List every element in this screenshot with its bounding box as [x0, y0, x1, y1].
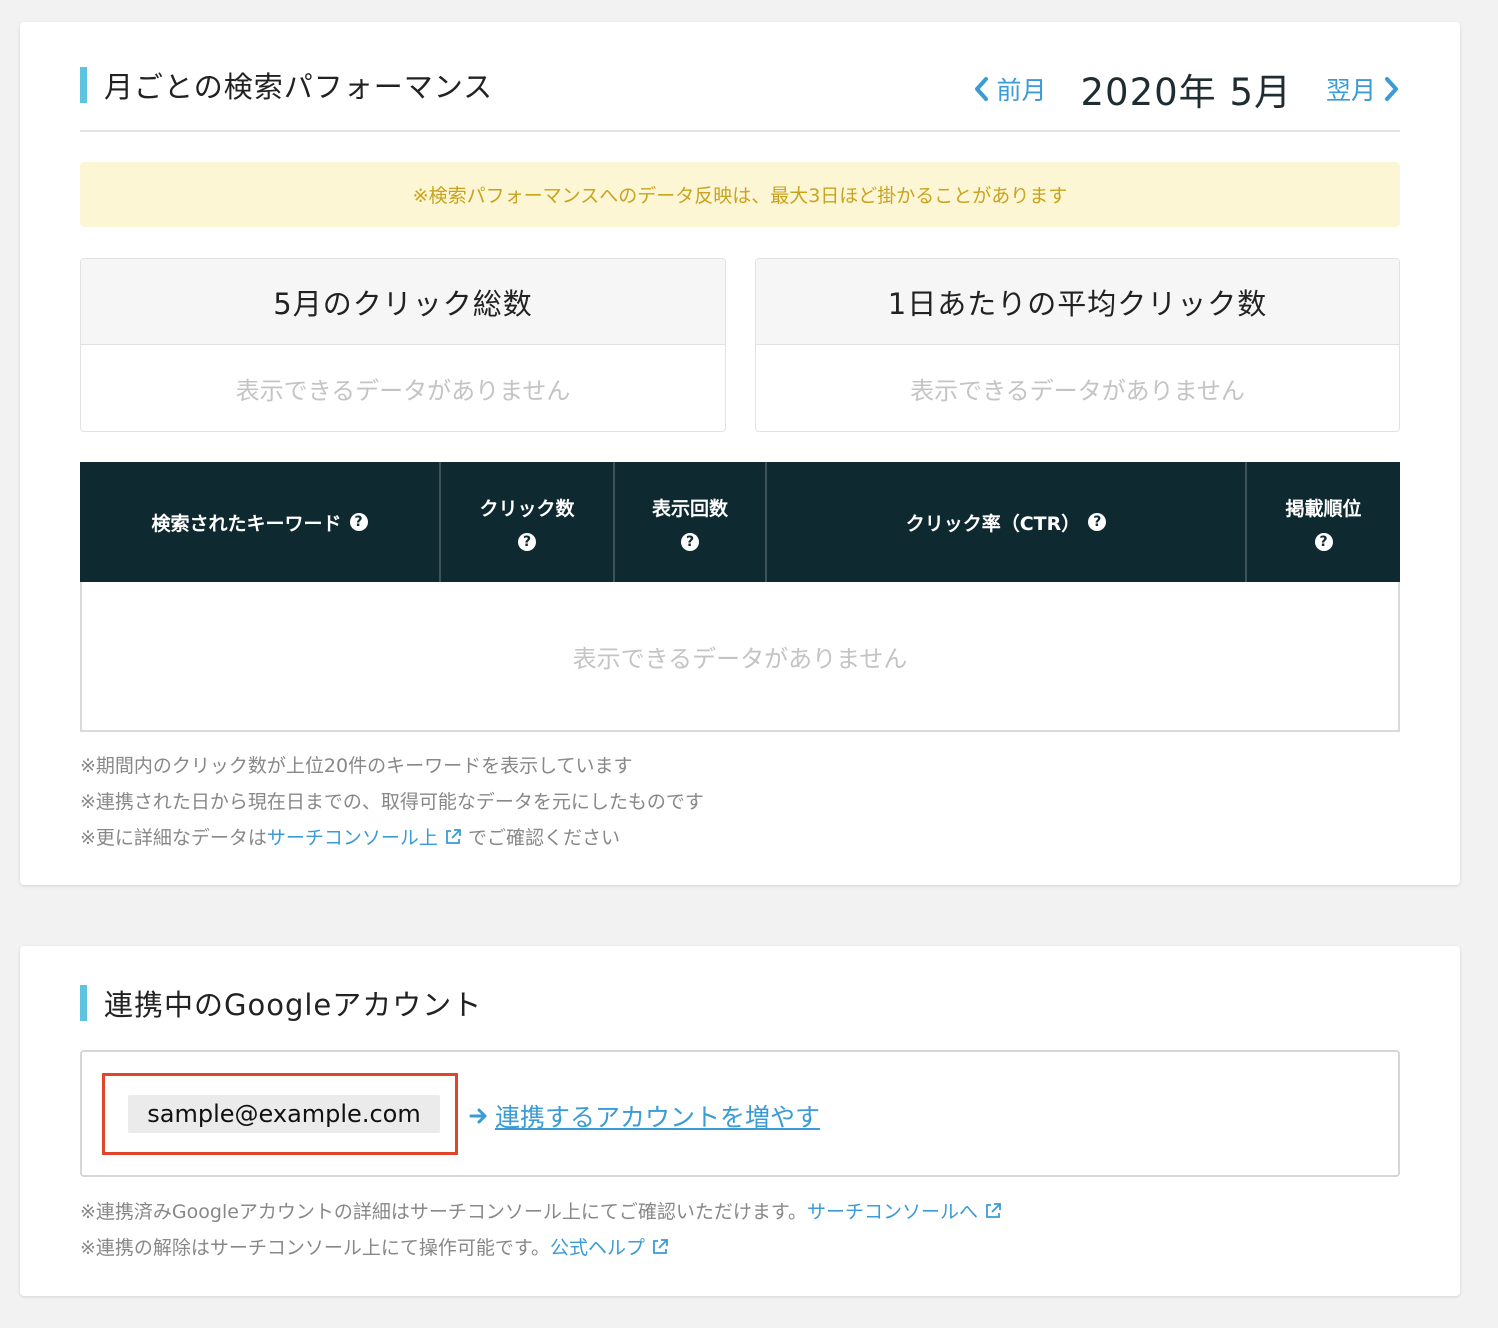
external-link-icon — [446, 829, 461, 844]
col-keyword: 検索されたキーワード ? — [80, 462, 441, 582]
chevron-left-icon — [974, 77, 988, 101]
month-navigation: 前月 2020年 5月 翌月 — [973, 62, 1401, 116]
account-list-box: sample@example.com 連携するアカウントを増やす — [80, 1050, 1400, 1177]
avg-clicks-empty: 表示できるデータがありません — [910, 376, 1245, 405]
email-highlight-frame: sample@example.com — [102, 1073, 458, 1155]
total-clicks-title: 5月のクリック総数 — [81, 259, 725, 345]
external-link-icon — [653, 1239, 668, 1254]
add-account-link[interactable]: 連携するアカウントを増やす — [469, 1098, 820, 1134]
avg-clicks-box: 1日あたりの平均クリック数 表示できるデータがありません — [755, 258, 1400, 432]
keyword-table: 検索されたキーワード ? クリック数 ? 表示回数 ? クリック率（CTR） ?… — [80, 462, 1400, 732]
data-delay-notice: ※検索パフォーマンスへのデータ反映は、最大3日ほど掛かることがあります — [80, 162, 1400, 227]
next-month-label: 翌月 — [1325, 76, 1376, 105]
account-note-line-2: ※連携の解除はサーチコンソール上にて操作可能です。公式ヘルプ — [80, 1230, 1002, 1266]
official-help-link-label: 公式ヘルプ — [550, 1237, 646, 1259]
external-link-icon — [986, 1203, 1001, 1218]
col-clicks-label: クリック数 — [479, 497, 575, 520]
accounts-notes: ※連携済みGoogleアカウントの詳細はサーチコンソール上にてご確認いただけます… — [80, 1194, 1002, 1266]
accounts-title-text: 連携中のGoogleアカウント — [104, 988, 483, 1022]
google-account-card: 連携中のGoogleアカウント sample@example.com 連携するア… — [20, 946, 1460, 1296]
current-month: 2020年 5月 — [1080, 71, 1292, 114]
title-accent-bar — [80, 985, 87, 1021]
avg-clicks-title: 1日あたりの平均クリック数 — [756, 259, 1399, 345]
col-keyword-label: 検索されたキーワード — [151, 512, 342, 535]
performance-card: 月ごとの検索パフォーマンス 前月 2020年 5月 翌月 ※検索パフォーマンスへ… — [20, 22, 1460, 885]
account-note-line-2-prefix: ※連携の解除はサーチコンソール上にて操作可能です。 — [80, 1237, 551, 1259]
title-accent-bar — [80, 67, 87, 103]
col-impressions: 表示回数 ? — [615, 462, 767, 582]
note-line-1: ※期間内のクリック数が上位20件のキーワードを表示しています — [80, 755, 633, 777]
question-circle-icon[interactable]: ? — [681, 532, 699, 551]
account-email-chip: sample@example.com — [128, 1095, 440, 1133]
col-position-label: 掲載順位 — [1285, 497, 1362, 520]
col-clicks: クリック数 ? — [441, 462, 615, 582]
accounts-title: 連携中のGoogleアカウント — [80, 982, 482, 1024]
official-help-link[interactable]: 公式ヘルプ — [550, 1237, 669, 1259]
question-circle-icon[interactable]: ? — [1088, 513, 1107, 531]
col-impressions-label: 表示回数 — [651, 497, 728, 520]
note-line-2: ※連携された日から現在日までの、取得可能なデータを元にしたものです — [80, 791, 704, 813]
search-console-link[interactable]: サーチコンソール上 — [267, 827, 462, 849]
performance-title: 月ごとの検索パフォーマンス — [80, 64, 493, 106]
note-line-3-suffix: でご確認ください — [461, 827, 620, 849]
total-clicks-empty: 表示できるデータがありません — [235, 376, 571, 405]
next-month-link[interactable]: 翌月 — [1326, 71, 1400, 107]
account-note-line-1: ※連携済みGoogleアカウントの詳細はサーチコンソール上にてご確認いただけます… — [80, 1194, 1002, 1230]
prev-month-link[interactable]: 前月 — [973, 71, 1047, 107]
question-circle-icon[interactable]: ? — [518, 532, 536, 551]
title-divider — [80, 130, 1400, 132]
question-circle-icon[interactable]: ? — [1314, 532, 1333, 551]
col-ctr: クリック率（CTR） ? — [767, 462, 1247, 582]
keyword-table-empty: 表示できるデータがありません — [80, 582, 1400, 732]
note-line-3-prefix: ※更に詳細なデータは — [80, 827, 267, 849]
note-line-3: ※更に詳細なデータはサーチコンソール上 でご確認ください — [80, 820, 704, 856]
col-position: 掲載順位 ? — [1247, 462, 1400, 582]
search-console-link-label: サーチコンソールへ — [807, 1201, 979, 1223]
total-clicks-box: 5月のクリック総数 表示できるデータがありません — [80, 258, 726, 432]
keyword-table-header: 検索されたキーワード ? クリック数 ? 表示回数 ? クリック率（CTR） ?… — [80, 462, 1400, 582]
account-note-line-1-prefix: ※連携済みGoogleアカウントの詳細はサーチコンソール上にてご確認いただけます… — [80, 1201, 808, 1223]
search-console-link[interactable]: サーチコンソールへ — [807, 1201, 1002, 1223]
performance-notes: ※期間内のクリック数が上位20件のキーワードを表示しています ※連携された日から… — [80, 748, 704, 856]
search-console-link-label: サーチコンソール上 — [266, 827, 438, 849]
chevron-right-icon — [1385, 77, 1398, 101]
col-ctr-label: クリック率（CTR） — [905, 512, 1081, 535]
add-account-label: 連携するアカウントを増やす — [495, 1103, 821, 1132]
question-circle-icon[interactable]: ? — [349, 513, 368, 531]
prev-month-label: 前月 — [996, 76, 1047, 105]
performance-title-text: 月ごとの検索パフォーマンス — [104, 70, 494, 104]
arrow-right-icon — [469, 1108, 487, 1124]
